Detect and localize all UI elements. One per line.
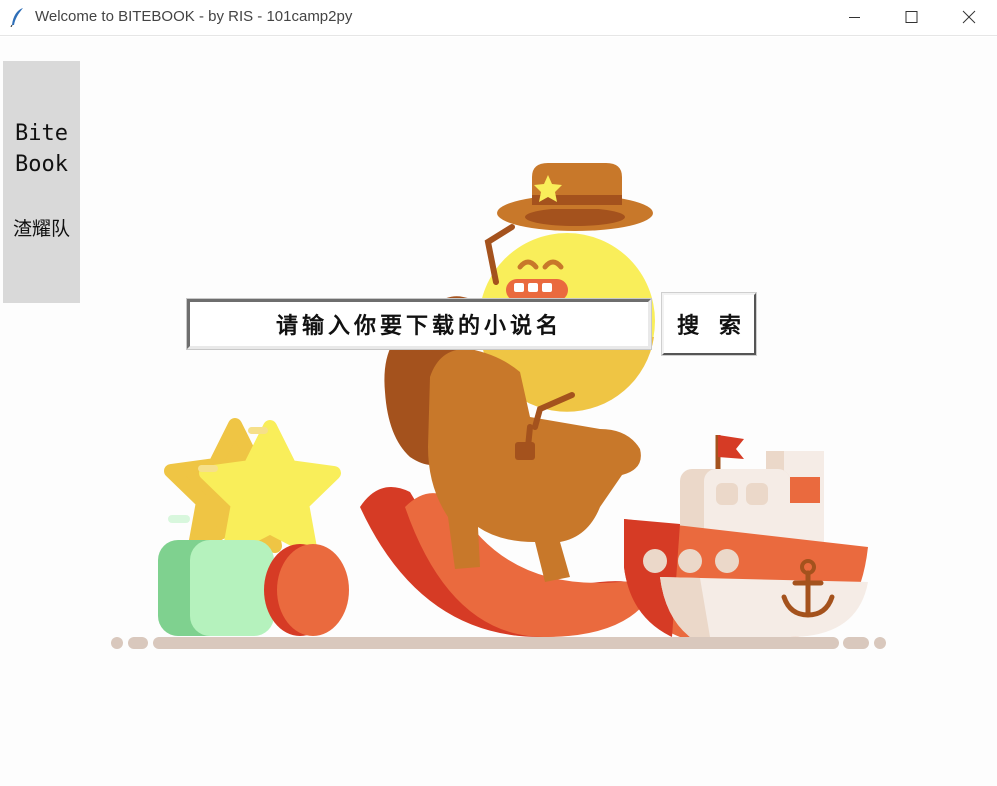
feather-icon (10, 8, 23, 27)
brand-sidebar: Bite Book 渣耀队 (3, 61, 80, 303)
window-title: Welcome to BITEBOOK - by RIS - 101camp2p… (35, 8, 353, 25)
main-canvas: Bite Book 渣耀队 搜 索 (0, 37, 997, 786)
brand-name-line2: Book (15, 152, 68, 177)
novel-search-input[interactable] (186, 298, 652, 350)
minimize-icon (849, 17, 860, 18)
maximize-button[interactable] (888, 0, 934, 36)
star-toy (164, 418, 341, 555)
window-titlebar: Welcome to BITEBOOK - by RIS - 101camp2p… (0, 0, 997, 36)
minimize-button[interactable] (831, 0, 877, 36)
team-name: 渣耀队 (12, 218, 70, 240)
close-button[interactable] (945, 0, 991, 36)
search-button[interactable]: 搜 索 (661, 292, 757, 356)
toy-boat (624, 435, 868, 637)
ground-line (111, 637, 886, 649)
drum-toy (264, 544, 349, 636)
brand-name-line1: Bite (15, 121, 68, 146)
background-illustration (111, 163, 886, 649)
maximize-icon (905, 11, 918, 23)
close-icon (962, 10, 976, 24)
